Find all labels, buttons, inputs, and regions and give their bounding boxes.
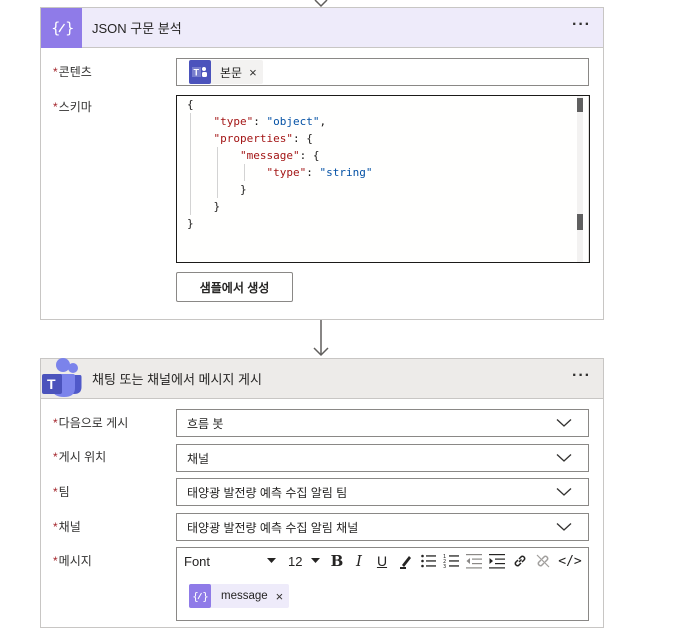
message-editor[interactable]: Font 12 B I U 1 2 3 </> {message × bbox=[176, 547, 589, 621]
svg-text:{: { bbox=[192, 590, 199, 603]
chevron-down-icon[interactable] bbox=[556, 418, 572, 428]
chevron-down-icon[interactable] bbox=[556, 453, 572, 463]
font-size-dropdown[interactable]: 12 bbox=[288, 552, 320, 570]
code-line: "type": "object", bbox=[213, 115, 327, 128]
bold-button[interactable]: B bbox=[328, 552, 346, 570]
bullet-list-icon[interactable] bbox=[420, 552, 436, 570]
schema-label: *스키마 bbox=[53, 100, 92, 114]
teams-icon: T bbox=[40, 356, 82, 398]
editor-overview-ruler bbox=[588, 96, 589, 262]
link-icon[interactable] bbox=[512, 552, 528, 570]
svg-text:}: } bbox=[202, 590, 208, 603]
decrease-indent-icon[interactable] bbox=[466, 552, 482, 570]
message-token: { } message × bbox=[189, 584, 290, 608]
italic-button[interactable]: I bbox=[350, 552, 368, 570]
body-token-label: 본문 bbox=[220, 65, 243, 80]
svg-text:3: 3 bbox=[443, 564, 446, 570]
caret-down-icon bbox=[311, 558, 320, 563]
body-token: T 본문 × bbox=[189, 60, 263, 84]
editor-scrollbar[interactable] bbox=[577, 96, 583, 262]
parse-json-header[interactable]: { } JSON 구문 분석 ··· bbox=[41, 7, 603, 48]
down-arrow-icon bbox=[313, 320, 329, 357]
code-line: { bbox=[187, 98, 194, 111]
generate-from-sample-button[interactable]: 샘플에서 생성 bbox=[176, 272, 293, 302]
close-icon[interactable]: × bbox=[276, 589, 284, 604]
team-value: 태양광 발전량 예측 수집 알림 팀 bbox=[187, 485, 348, 500]
chevron-down-icon[interactable] bbox=[556, 522, 572, 532]
card-title: JSON 구문 분석 bbox=[92, 21, 182, 36]
svg-text:}: } bbox=[65, 19, 73, 37]
post-as-label: *다음으로 게시 bbox=[53, 416, 129, 430]
post-as-dropdown[interactable]: 흐름 봇 bbox=[176, 409, 589, 437]
svg-text:T: T bbox=[194, 68, 200, 78]
team-dropdown[interactable]: 태양광 발전량 예측 수집 알림 팀 bbox=[176, 478, 589, 506]
numbered-list-icon[interactable]: 1 2 3 bbox=[443, 552, 459, 570]
underline-button[interactable]: U bbox=[373, 552, 391, 570]
close-icon[interactable]: × bbox=[249, 65, 257, 80]
code-line: } bbox=[187, 217, 194, 230]
highlight-pen-icon[interactable] bbox=[398, 552, 414, 570]
channel-value: 태양광 발전량 예측 수집 알림 채널 bbox=[187, 520, 359, 535]
post-in-dropdown[interactable]: 채널 bbox=[176, 444, 589, 472]
code-line: "properties": { bbox=[213, 132, 313, 145]
schema-editor[interactable]: { "type": "object", "properties": { "mes… bbox=[176, 95, 590, 263]
code-line: } bbox=[187, 200, 221, 213]
content-field[interactable]: T 본문 × bbox=[176, 58, 589, 86]
json-curly-icon: { } bbox=[51, 19, 73, 37]
increase-indent-icon[interactable] bbox=[489, 552, 505, 570]
unlink-icon[interactable] bbox=[535, 552, 551, 570]
code-view-button[interactable]: </> bbox=[558, 552, 582, 570]
more-options-button[interactable]: ··· bbox=[572, 368, 591, 384]
post-in-label: *게시 위치 bbox=[53, 450, 107, 464]
editor-toolbar: Font 12 B I U 1 2 3 </> bbox=[177, 548, 588, 574]
message-label: *메시지 bbox=[53, 554, 92, 568]
caret-down-icon bbox=[267, 558, 276, 563]
message-token-label: message bbox=[221, 590, 268, 602]
svg-text:T: T bbox=[47, 376, 56, 392]
code-line: "message": { bbox=[239, 149, 320, 162]
svg-text:{: { bbox=[51, 19, 61, 37]
more-options-button[interactable]: ··· bbox=[572, 17, 591, 33]
parse-json-card: { } JSON 구문 분석 ··· *콘텐츠 T 본문 × bbox=[40, 7, 604, 320]
team-label: *팀 bbox=[53, 485, 70, 499]
post-as-value: 흐름 봇 bbox=[187, 416, 224, 431]
channel-dropdown[interactable]: 태양광 발전량 예측 수집 알림 채널 bbox=[176, 513, 589, 541]
content-label: *콘텐츠 bbox=[53, 65, 92, 79]
channel-label: *채널 bbox=[53, 520, 81, 534]
chevron-down-icon[interactable] bbox=[556, 487, 572, 497]
json-curly-icon: { } bbox=[189, 584, 211, 608]
code-line: } bbox=[187, 183, 247, 196]
post-message-card: 채팅 또는 채널에서 메시지 게시 ··· *다음으로 게시 흐름 봇 *게시 … bbox=[40, 358, 604, 628]
font-dropdown[interactable]: Font bbox=[184, 552, 276, 570]
post-in-value: 채널 bbox=[187, 451, 210, 466]
card-title: 채팅 또는 채널에서 메시지 게시 bbox=[92, 372, 262, 387]
code-line: "type": "string" bbox=[266, 166, 373, 179]
json-action-icon-tile: { } bbox=[41, 7, 82, 48]
teams-icon: T bbox=[189, 60, 211, 84]
post-message-header[interactable]: 채팅 또는 채널에서 메시지 게시 ··· bbox=[41, 359, 603, 399]
